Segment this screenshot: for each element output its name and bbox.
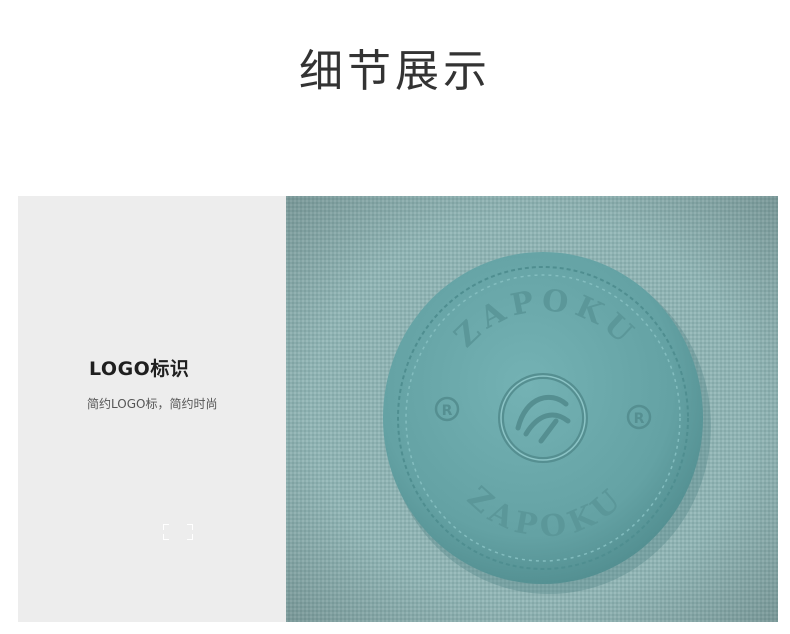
registered-mark-left: R: [442, 403, 453, 419]
feature-text-column: LOGO标识 简约LOGO标，简约时尚: [18, 196, 286, 622]
product-detail-photo: ZAPOKU ZAPOKU R R: [286, 196, 778, 622]
fullscreen-icon[interactable]: [163, 524, 193, 540]
page-title: 细节展示: [299, 46, 491, 97]
detail-panel: LOGO标识 简约LOGO标，简约时尚 ZAPOKU ZAPOKU R R: [18, 196, 778, 622]
registered-mark-right: R: [634, 411, 645, 427]
feature-heading: LOGO标识: [89, 358, 190, 380]
feature-description: 简约LOGO标，简约时尚: [87, 397, 218, 411]
